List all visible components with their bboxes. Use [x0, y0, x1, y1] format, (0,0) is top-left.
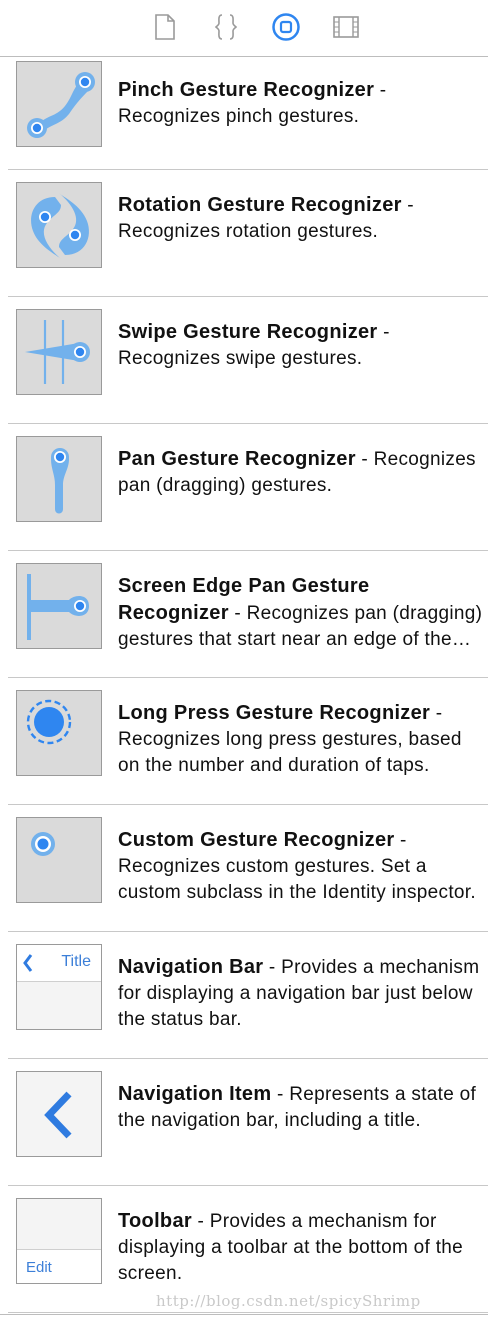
item-description: Screen Edge Pan Gesture Recognizer - Rec…	[118, 575, 483, 650]
item-description: Long Press Gesture Recognizer - Recogniz…	[118, 702, 462, 776]
braces-icon[interactable]	[211, 12, 241, 42]
swipe-gesture-icon	[16, 309, 102, 395]
item-description: Pinch Gesture Recognizer - Recognizes pi…	[118, 79, 387, 127]
watermark: http://blog.csdn.net/spicyShrimp	[156, 1292, 421, 1310]
object-library-icon[interactable]	[271, 12, 301, 42]
rotation-gesture-icon	[16, 182, 102, 268]
thumb-edit-label: Edit	[26, 1259, 52, 1276]
pinch-gesture-icon	[16, 61, 102, 147]
screen-edge-pan-icon	[16, 563, 102, 649]
library-item-screen-edge-pan[interactable]: Screen Edge Pan Gesture Recognizer - Rec…	[8, 551, 488, 678]
library-item-pan[interactable]: Pan Gesture Recognizer - Recognizes pan …	[8, 424, 488, 551]
item-description: Toolbar - Provides a mechanism for displ…	[118, 1210, 464, 1284]
library-item-long-press[interactable]: Long Press Gesture Recognizer - Recogniz…	[8, 678, 488, 805]
library-item-navigation-bar[interactable]: Title Navigation Bar - Provides a mechan…	[8, 932, 488, 1059]
custom-gesture-icon	[16, 817, 102, 903]
item-description: Navigation Item - Represents a state of …	[118, 1083, 477, 1131]
item-description: Navigation Bar - Provides a mechanism fo…	[118, 956, 480, 1030]
library-item-pinch[interactable]: Pinch Gesture Recognizer - Recognizes pi…	[8, 57, 488, 170]
pan-gesture-icon	[16, 436, 102, 522]
item-description: Rotation Gesture Recognizer - Recognizes…	[118, 194, 414, 242]
inspector-tab-bar	[0, 0, 488, 57]
library-item-swipe[interactable]: Swipe Gesture Recognizer - Recognizes sw…	[8, 297, 488, 424]
thumb-title-label: Title	[61, 953, 91, 970]
item-description: Pan Gesture Recognizer - Recognizes pan …	[118, 448, 476, 496]
object-library-list: Pinch Gesture Recognizer - Recognizes pi…	[0, 57, 488, 1313]
film-strip-icon[interactable]	[331, 12, 361, 42]
list-bottom-divider	[0, 1314, 488, 1315]
navigation-item-icon	[16, 1071, 102, 1157]
library-item-navigation-item[interactable]: Navigation Item - Represents a state of …	[8, 1059, 488, 1186]
file-icon[interactable]	[150, 12, 180, 42]
item-description: Custom Gesture Recognizer - Recognizes c…	[118, 829, 476, 903]
toolbar-icon: Edit	[16, 1198, 102, 1284]
long-press-gesture-icon	[16, 690, 102, 776]
library-item-rotation[interactable]: Rotation Gesture Recognizer - Recognizes…	[8, 170, 488, 297]
navigation-bar-icon: Title	[16, 944, 102, 1030]
library-item-custom-gesture[interactable]: Custom Gesture Recognizer - Recognizes c…	[8, 805, 488, 932]
item-description: Swipe Gesture Recognizer - Recognizes sw…	[118, 321, 390, 369]
